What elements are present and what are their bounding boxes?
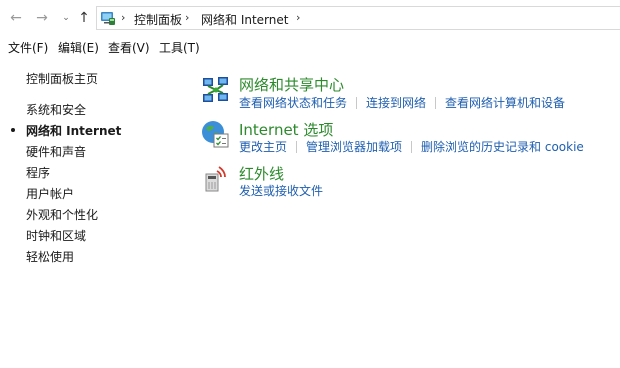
manage-addons-link[interactable]: 管理浏览器加载项 (306, 140, 402, 154)
infrared-links: 发送或接收文件 (239, 182, 323, 199)
address-box[interactable]: › 控制面板 › 网络和 Internet › (96, 6, 620, 30)
internet-options-icon[interactable] (200, 119, 230, 149)
delete-browsing-history-link[interactable]: 删除浏览的历史记录和 cookie (421, 140, 584, 154)
control-panel-icon (101, 12, 115, 25)
menu-file[interactable]: 文件(F) (8, 39, 48, 56)
breadcrumb-separator[interactable]: › (296, 11, 300, 24)
menu-edit[interactable]: 编辑(E) (58, 39, 99, 56)
sidebar-item-hardware-sound[interactable]: 硬件和声音 (26, 143, 86, 160)
sidebar-item-ease-of-access[interactable]: 轻松使用 (26, 248, 74, 265)
sidebar-item-programs[interactable]: 程序 (26, 164, 50, 181)
network-sharing-center-links: 查看网络状态和任务 连接到网络 查看网络计算机和设备 (239, 94, 565, 111)
internet-options-links: 更改主页 管理浏览器加载项 删除浏览的历史记录和 cookie (239, 138, 584, 155)
menu-tools[interactable]: 工具(T) (159, 39, 200, 56)
back-arrow-icon[interactable]: ← (8, 9, 24, 27)
network-sharing-center-icon[interactable] (201, 75, 231, 105)
breadcrumb-separator[interactable]: › (185, 11, 189, 24)
link-divider (435, 97, 437, 109)
sidebar-item-user-accounts[interactable]: 用户帐户 (26, 185, 74, 202)
recent-locations-chevron-icon[interactable]: ⌄ (58, 9, 74, 27)
breadcrumb-control-panel[interactable]: 控制面板 (134, 11, 182, 28)
view-network-computers-link[interactable]: 查看网络计算机和设备 (445, 96, 565, 110)
up-arrow-icon[interactable]: ↑ (76, 9, 92, 27)
breadcrumb-network-internet[interactable]: 网络和 Internet (201, 11, 288, 28)
sidebar-item-system-security[interactable]: 系统和安全 (26, 101, 86, 118)
sidebar-item-clock-region[interactable]: 时钟和区域 (26, 227, 86, 244)
address-bar-row: ← → ⌄ ↑ › 控制面板 › 网络和 Internet › (0, 0, 620, 36)
link-divider (411, 141, 413, 153)
internet-options-title[interactable]: Internet 选项 (239, 119, 333, 140)
sidebar-item-network-internet[interactable]: 网络和 Internet (26, 122, 121, 139)
network-sharing-center-title[interactable]: 网络和共享中心 (239, 74, 344, 95)
link-divider (356, 97, 358, 109)
sidebar-control-panel-home[interactable]: 控制面板主页 (26, 70, 98, 87)
active-item-bullet (11, 128, 15, 132)
infrared-title[interactable]: 红外线 (239, 163, 284, 184)
change-home-page-link[interactable]: 更改主页 (239, 140, 287, 154)
breadcrumb-separator[interactable]: › (121, 11, 125, 24)
infrared-icon[interactable] (201, 163, 231, 193)
connect-to-network-link[interactable]: 连接到网络 (366, 96, 426, 110)
sidebar-item-appearance[interactable]: 外观和个性化 (26, 206, 98, 223)
send-receive-files-link[interactable]: 发送或接收文件 (239, 184, 323, 198)
forward-arrow-icon[interactable]: → (34, 9, 50, 27)
link-divider (296, 141, 298, 153)
menu-bar: 文件(F) 编辑(E) 查看(V) 工具(T) (0, 36, 620, 58)
view-network-status-link[interactable]: 查看网络状态和任务 (239, 96, 347, 110)
menu-view[interactable]: 查看(V) (108, 39, 150, 56)
